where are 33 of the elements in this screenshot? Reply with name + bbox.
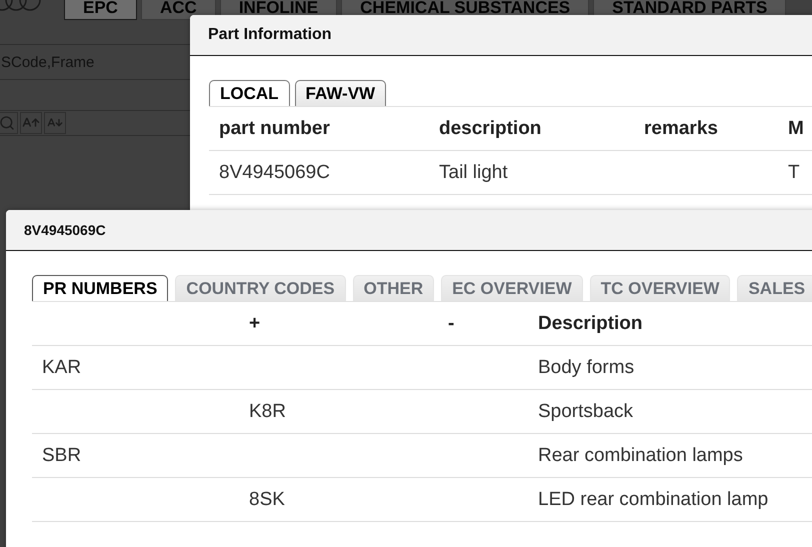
table-cell: T	[788, 162, 800, 184]
detail-tab[interactable]: SALES	[737, 275, 812, 301]
source-tab[interactable]: LOCAL	[209, 80, 290, 106]
table-cell: LED rear combination lamp	[538, 488, 768, 510]
font-smaller-icon[interactable]	[44, 112, 66, 134]
detail-tab[interactable]: EC OVERVIEW	[441, 275, 583, 301]
dialog-title: 8V4945069C	[24, 222, 106, 238]
table-cell: Body forms	[538, 356, 634, 378]
table-cell: 8V4945069C	[219, 162, 330, 184]
detail-tab[interactable]: COUNTRY CODES	[175, 275, 346, 301]
table-cell: Tail light	[439, 162, 508, 184]
module-tab[interactable]: ACC	[140, 0, 216, 20]
search-icon[interactable]	[0, 112, 18, 134]
column-header: description	[439, 118, 542, 140]
table-cell: Rear combination lamps	[538, 444, 743, 466]
column-header: -	[448, 312, 454, 334]
detail-tab[interactable]: OTHER	[352, 275, 434, 301]
detail-tab[interactable]: PR NUMBERS	[32, 275, 168, 301]
table-cell: KAR	[42, 356, 82, 378]
column-header: part number	[219, 118, 330, 140]
module-tab[interactable]: EPC	[64, 0, 137, 20]
table-cell: K8R	[249, 400, 286, 422]
table-cell: Sportsback	[538, 400, 634, 422]
column-header: +	[249, 312, 260, 334]
font-larger-icon[interactable]	[20, 112, 42, 134]
column-header: Description	[538, 312, 643, 334]
dialog-title: Part Information	[208, 26, 332, 44]
detail-tab[interactable]: TC OVERVIEW	[590, 275, 730, 301]
source-tab[interactable]: FAW-VW	[294, 80, 386, 106]
column-header: M	[788, 118, 804, 140]
column-header: remarks	[644, 118, 718, 140]
table-cell: SBR	[42, 444, 82, 466]
table-cell: 8SK	[249, 488, 285, 510]
